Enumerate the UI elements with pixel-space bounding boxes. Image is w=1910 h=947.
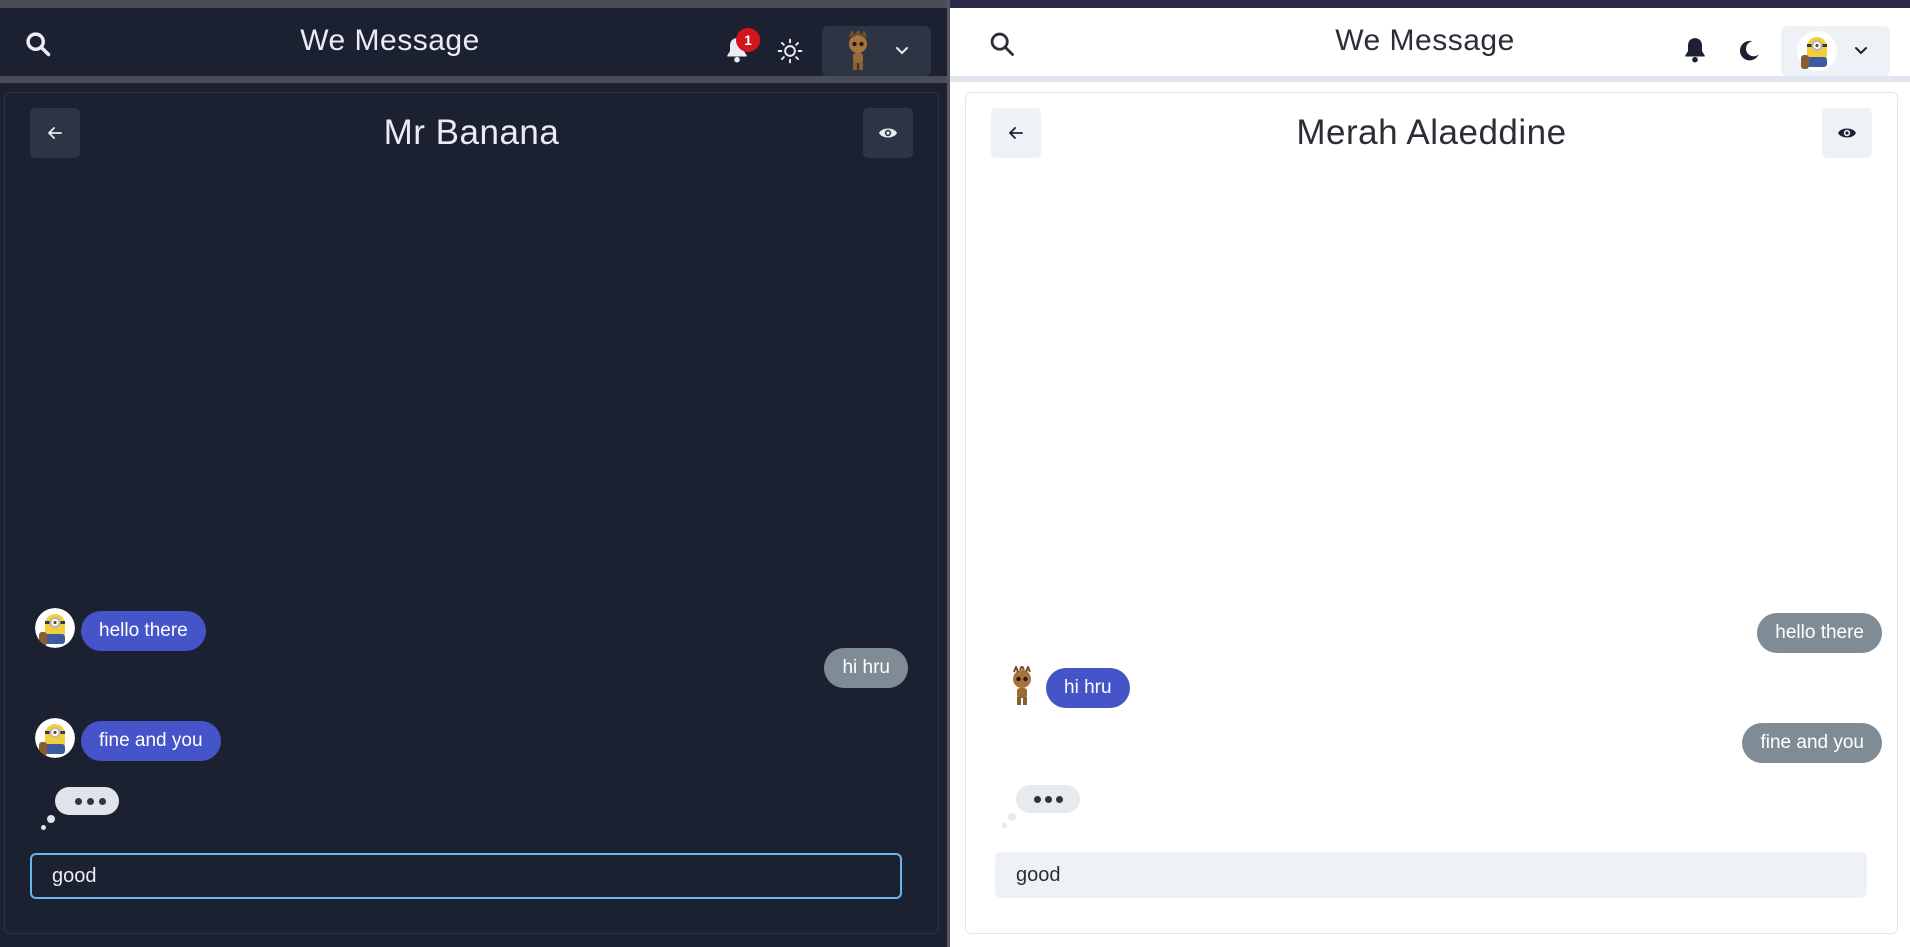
chevron-down-icon	[896, 47, 908, 55]
navbar: We Message	[950, 8, 1910, 82]
chevron-down-icon	[1855, 47, 1867, 55]
message-row: hi hru	[824, 648, 908, 690]
bell-icon	[1685, 38, 1705, 63]
chat-title: Merah Alaeddine	[1296, 113, 1567, 152]
eye-icon	[879, 128, 897, 138]
message-bubble: hi hru	[824, 648, 908, 688]
message-row: fine and you	[1742, 723, 1882, 765]
sun-icon[interactable]	[777, 38, 803, 64]
minion-avatar	[35, 718, 75, 758]
typing-bubble	[55, 787, 119, 815]
chat-panel: Mr Banana hello there hi hru fine and yo…	[4, 92, 939, 934]
chat-title: Mr Banana	[383, 113, 560, 152]
groot-avatar	[1013, 666, 1031, 705]
groot-avatar	[849, 31, 867, 70]
message-row: hello there	[1757, 613, 1882, 655]
dark-chat-window: We Message 1 Mr Banana hello there hi hr…	[0, 0, 950, 947]
user-menu-button[interactable]	[822, 26, 931, 76]
navbar: We Message 1	[0, 8, 950, 83]
typing-indicator	[41, 787, 119, 831]
window-top-strip	[950, 0, 1910, 8]
notification-badge: 1	[736, 28, 760, 52]
notifications-button[interactable]	[1682, 36, 1708, 64]
typing-bubble	[1016, 785, 1080, 813]
message-bubble: hello there	[81, 611, 206, 651]
moon-icon[interactable]	[1736, 38, 1762, 64]
message-input[interactable]	[30, 853, 902, 899]
view-button[interactable]	[1822, 108, 1872, 158]
minion-avatar	[35, 608, 75, 648]
eye-icon	[1838, 128, 1856, 138]
message-bubble: fine and you	[81, 721, 221, 761]
message-bubble: fine and you	[1742, 723, 1882, 763]
message-bubble: hi hru	[1046, 668, 1130, 708]
chat-panel: Merah Alaeddine hello there hi hru fine …	[965, 92, 1898, 934]
window-top-strip	[0, 0, 950, 8]
light-chat-window: We Message Merah Alaeddine hello there h…	[950, 0, 1910, 947]
view-button[interactable]	[863, 108, 913, 158]
minion-avatar	[1797, 31, 1837, 71]
user-menu-button[interactable]	[1781, 26, 1890, 76]
brand-title: We Message	[300, 24, 480, 57]
typing-indicator	[1002, 785, 1080, 829]
message-input[interactable]	[995, 852, 1867, 898]
notifications-button[interactable]: 1	[724, 28, 760, 64]
message-bubble: hello there	[1757, 613, 1882, 653]
